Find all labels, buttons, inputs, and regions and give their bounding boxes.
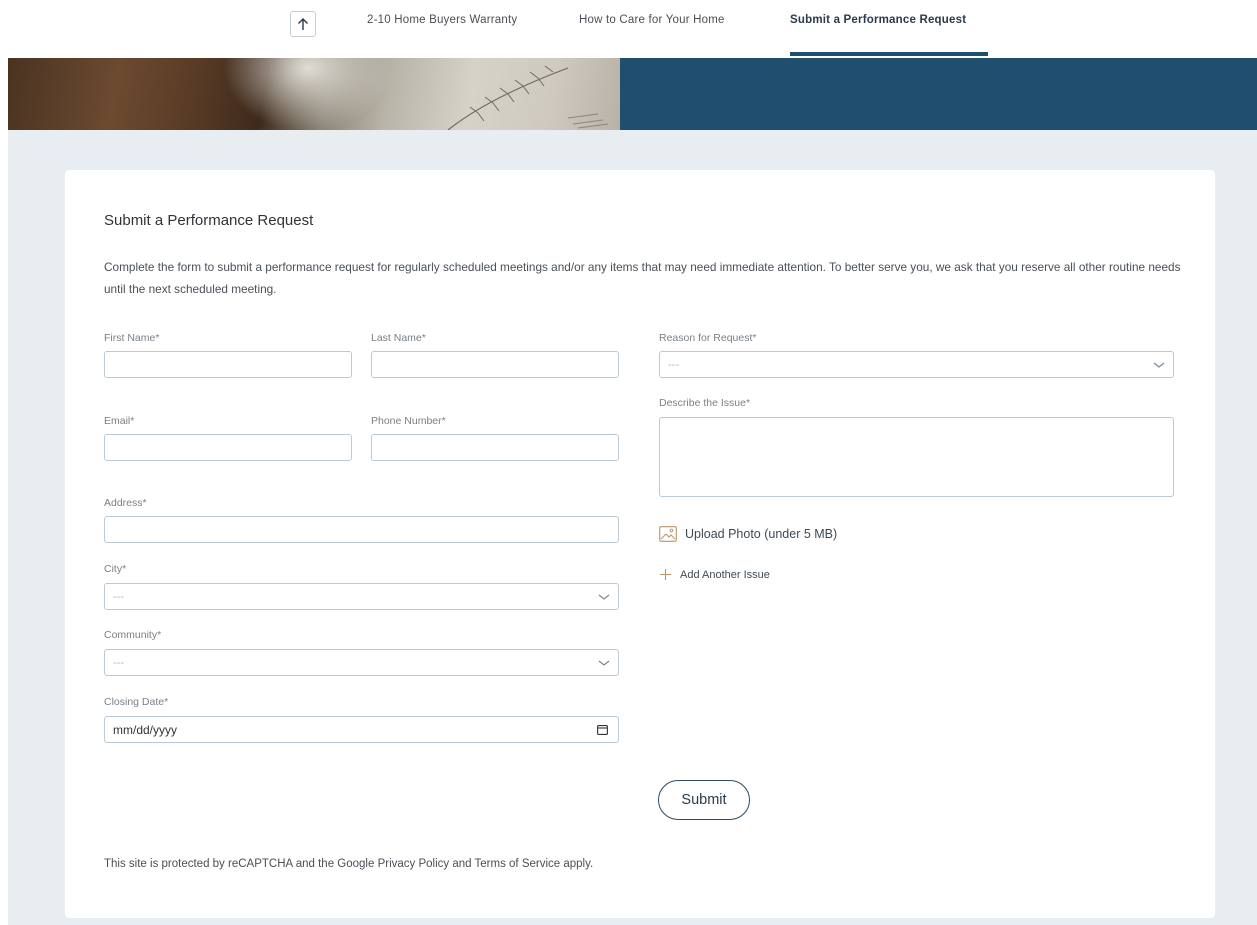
hero-image (8, 58, 620, 130)
chevron-down-icon (598, 660, 610, 666)
closing-date-field[interactable]: mm/dd/yyyy (104, 716, 619, 743)
chevron-down-icon (598, 594, 610, 600)
hero-banner (8, 58, 1257, 130)
last-name-field[interactable] (371, 351, 619, 378)
top-nav: 2-10 Home Buyers Warranty How to Care fo… (0, 0, 1257, 58)
chevron-down-icon (1153, 362, 1165, 368)
upload-photo-label: Upload Photo (under 5 MB) (685, 527, 838, 541)
email-label: Email* (104, 415, 135, 427)
submit-button[interactable]: Submit (658, 780, 750, 820)
image-icon (659, 526, 677, 542)
hero-texture (447, 65, 609, 130)
describe-label: Describe the Issue* (659, 397, 751, 409)
hero-blue-panel (620, 58, 1257, 130)
nav-link-care[interactable]: How to Care for Your Home (579, 14, 725, 26)
add-another-issue-label: Add Another Issue (680, 568, 770, 581)
community-select[interactable]: --- (104, 649, 619, 676)
last-name-label: Last Name* (371, 332, 426, 344)
recaptcha-notice: This site is protected by reCAPTCHA and … (104, 858, 593, 870)
recaptcha-text-suffix: apply. (560, 858, 594, 870)
email-field[interactable] (104, 434, 352, 461)
reason-select[interactable]: --- (659, 351, 1174, 378)
city-select[interactable]: --- (104, 583, 619, 610)
terms-of-service-link[interactable]: Terms of Service (475, 858, 561, 870)
phone-field[interactable] (371, 434, 619, 461)
closing-date-placeholder: mm/dd/yyyy (113, 722, 178, 737)
privacy-policy-link[interactable]: Privacy Policy (378, 858, 450, 870)
recaptcha-text-prefix: This site is protected by reCAPTCHA and … (104, 858, 378, 870)
community-label: Community* (104, 629, 162, 641)
add-another-issue-button[interactable]: Add Another Issue (659, 568, 770, 581)
first-name-field[interactable] (104, 351, 352, 378)
city-selected-value: --- (113, 590, 124, 603)
address-label: Address* (104, 497, 147, 509)
scroll-up-button[interactable] (290, 11, 316, 37)
reason-label: Reason for Request* (659, 332, 757, 344)
reason-selected-value: --- (668, 358, 679, 371)
community-selected-value: --- (113, 656, 124, 669)
nav-link-performance-request[interactable]: Submit a Performance Request (790, 14, 966, 26)
closing-date-label: Closing Date* (104, 696, 169, 708)
active-tab-indicator (790, 52, 988, 56)
first-name-label: First Name* (104, 332, 160, 344)
upload-photo-button[interactable]: Upload Photo (under 5 MB) (659, 526, 837, 542)
phone-label: Phone Number* (371, 415, 446, 427)
calendar-icon[interactable] (597, 724, 608, 735)
form-title: Submit a Performance Request (104, 212, 314, 229)
nav-link-warranty[interactable]: 2-10 Home Buyers Warranty (367, 14, 517, 26)
city-label: City* (104, 563, 127, 575)
arrow-up-icon (298, 18, 308, 30)
form-intro: Complete the form to submit a performanc… (104, 260, 1181, 296)
address-field[interactable] (104, 516, 619, 543)
describe-issue-textarea[interactable] (659, 417, 1174, 497)
recaptcha-text-and: and (449, 858, 475, 870)
plus-icon (660, 569, 671, 580)
